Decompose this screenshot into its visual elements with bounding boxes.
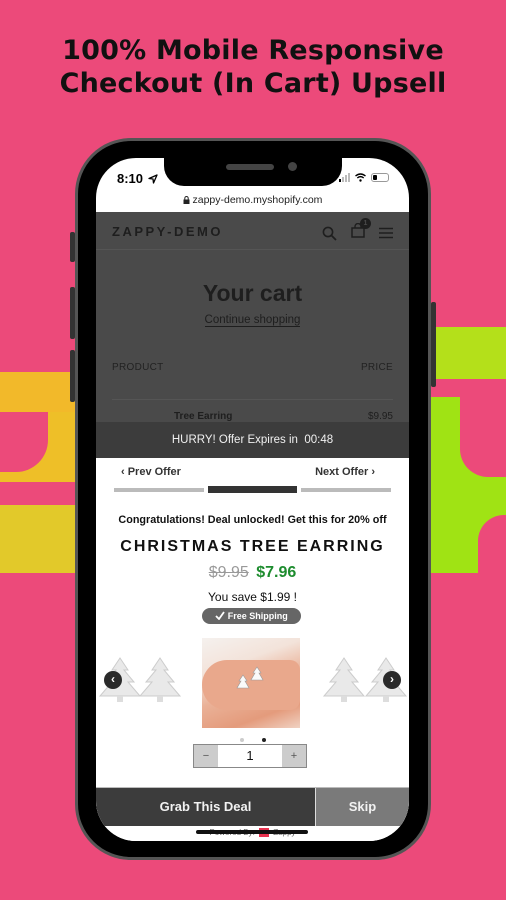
checkmark-icon <box>215 611 225 621</box>
store-page-overlay: ZAPPY-DEMO 1 Your cart Continue shopping… <box>96 212 409 422</box>
store-header: ZAPPY-DEMO 1 <box>96 212 409 250</box>
offer-timer-bar: HURRY! Offer Expires in 00:48 <box>96 422 409 458</box>
store-header-icons: 1 <box>322 218 393 243</box>
cart-item-name[interactable]: Tree Earring <box>174 411 232 422</box>
location-arrow-icon <box>148 174 158 184</box>
battery-icon <box>371 173 389 182</box>
chevron-left-icon: ‹ <box>111 672 115 686</box>
search-icon[interactable] <box>322 226 337 241</box>
decor-pink-cutout-base <box>430 573 506 637</box>
upsell-popup: ‹ Prev Offer Next Offer › Congratulation… <box>96 458 409 841</box>
timer-value: 00:48 <box>304 434 334 446</box>
decor-yellow-band-lower <box>0 505 80 573</box>
headline-line-1: 100% Mobile Responsive <box>62 35 444 66</box>
grab-deal-button[interactable]: Grab This Deal <box>96 788 315 826</box>
offer-progress-segment <box>301 487 392 492</box>
side-button-power <box>431 302 436 387</box>
prev-offer-button[interactable]: ‹ Prev Offer <box>121 466 181 478</box>
cart-item-price: $9.95 <box>367 411 393 422</box>
side-button-volume-down <box>70 350 75 402</box>
free-shipping-badge: Free Shipping <box>202 608 301 624</box>
free-shipping-text: Free Shipping <box>227 611 288 621</box>
cart-count-badge: 1 <box>360 218 371 229</box>
url-text: zappy-demo.myshopify.com <box>192 194 323 206</box>
quantity-input[interactable]: 1 <box>218 745 282 767</box>
carousel-prev-button[interactable]: ‹ <box>104 671 122 689</box>
price-row: $9.95 $7.96 <box>96 564 409 582</box>
quantity-decrease-button[interactable]: − <box>194 745 218 767</box>
status-icons <box>339 173 389 182</box>
side-button-mute <box>70 232 75 262</box>
phone-screen: 8:10 zappy-demo.myshopify.com ZAPPY-DEMO… <box>96 158 409 841</box>
continue-shopping-text: Continue shopping <box>204 314 301 327</box>
hamburger-menu-icon[interactable] <box>379 227 393 239</box>
cart-title: Your cart <box>202 280 303 306</box>
savings-text: You save $1.99 ! <box>208 590 297 604</box>
continue-shopping-link[interactable]: Continue shopping <box>96 314 409 327</box>
product-image-carousel[interactable]: ‹ › <box>96 628 409 728</box>
speaker <box>226 164 274 170</box>
offer-progress-segment <box>207 486 298 493</box>
offer-progress <box>114 486 392 493</box>
store-logo[interactable]: ZAPPY-DEMO <box>112 224 223 239</box>
home-indicator[interactable] <box>196 830 308 834</box>
cellular-signal-icon <box>339 173 350 182</box>
congrats-message: Congratulations! Deal unlocked! Get this… <box>118 514 387 526</box>
upsell-actions: Grab This Deal Skip <box>96 787 409 826</box>
headline: 100% Mobile Responsive Checkout (In Cart… <box>0 34 506 100</box>
quantity-increase-button[interactable]: + <box>282 745 306 767</box>
time-text: 8:10 <box>117 171 144 186</box>
decor-pink-cutout-top <box>460 397 506 477</box>
original-price: $9.95 <box>208 564 249 581</box>
column-header-product: PRODUCT <box>112 362 164 373</box>
headline-line-2: Checkout (In Cart) Upsell <box>59 68 447 99</box>
product-main-image[interactable] <box>202 638 300 728</box>
next-offer-button[interactable]: Next Offer › <box>315 466 375 478</box>
quantity-stepper: − 1 + <box>193 744 307 768</box>
tree-earring-image-left-2 <box>138 657 182 702</box>
tree-earring-image-right-1 <box>322 657 366 702</box>
offer-progress-segment <box>114 487 204 492</box>
wifi-icon <box>355 173 366 182</box>
carousel-dot[interactable] <box>261 738 266 742</box>
decor-green-band <box>430 327 506 379</box>
skip-button[interactable]: Skip <box>315 788 409 826</box>
lock-icon <box>183 195 190 204</box>
carousel-dot[interactable] <box>239 738 244 742</box>
stud-earring-2 <box>250 666 264 681</box>
cart-divider <box>112 399 393 400</box>
column-header-price: PRICE <box>360 362 393 373</box>
stud-earring-1 <box>236 674 250 689</box>
side-button-volume-up <box>70 287 75 339</box>
discounted-price: $7.96 <box>256 564 297 581</box>
product-title: CHRISTMAS TREE EARRING <box>120 538 385 555</box>
decor-yellow-band <box>0 372 80 412</box>
url-bar[interactable]: zappy-demo.myshopify.com <box>96 194 409 206</box>
status-time: 8:10 <box>117 171 158 186</box>
cart-button[interactable]: 1 <box>351 218 371 243</box>
decor-green-lower <box>430 515 478 573</box>
timer-label: HURRY! Offer Expires in <box>171 434 298 446</box>
notch <box>164 158 342 186</box>
chevron-right-icon: › <box>390 672 394 686</box>
front-camera <box>288 162 297 171</box>
carousel-next-button[interactable]: › <box>383 671 401 689</box>
